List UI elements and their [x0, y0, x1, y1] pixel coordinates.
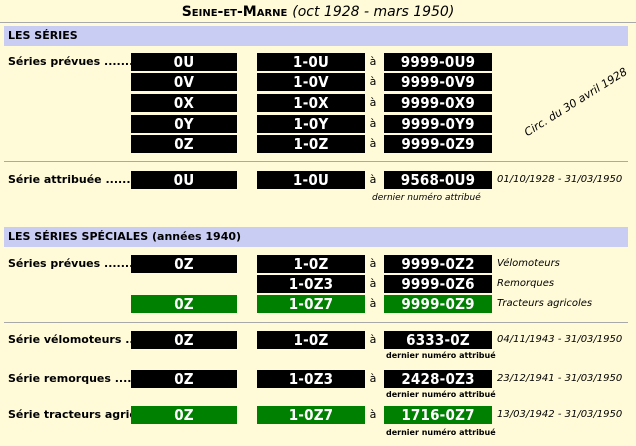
plate-to: 1716-0Z7: [384, 406, 492, 424]
plate-series: 0V: [131, 73, 237, 91]
plate-from: 1-0Z7: [257, 406, 365, 424]
separator-a: à: [369, 372, 377, 385]
series-note: Vélomoteurs: [497, 258, 560, 269]
assigned-period: 01/10/1928 - 31/03/1950: [497, 174, 623, 185]
plate-from: 1-0V: [257, 73, 365, 91]
plate-from: 1-0U: [257, 53, 365, 71]
special-planned-label: Séries prévues .........: [8, 257, 142, 270]
plate-to: 9568-0U9: [384, 171, 492, 189]
page-title: Seine-et-Marne (oct 1928 - mars 1950): [0, 3, 636, 21]
assigned-series-label: Série attribuée ........: [8, 173, 139, 186]
plate-series: 0Y: [131, 115, 237, 133]
plate-to: 9999-0Y9: [384, 115, 492, 133]
section-header-special-series: LES SÉRIES SPÉCIALES (années 1940): [4, 227, 628, 247]
plate-to: 9999-0Z9: [384, 135, 492, 153]
separator-a: à: [369, 297, 377, 310]
plate-to: 9999-0Z2: [384, 255, 492, 273]
separator-a: à: [369, 333, 377, 346]
title-dept: Seine-et-Marne: [181, 4, 288, 20]
separator-a: à: [369, 96, 377, 109]
last-number-note: dernier numéro attribué: [386, 428, 496, 437]
plate-from: 1-0Z3: [257, 275, 365, 293]
plate-to: 9999-0Z6: [384, 275, 492, 293]
section-header-series: LES SÉRIES: [4, 26, 628, 46]
plate-series: 0U: [131, 53, 237, 71]
plate-series: 0Z: [131, 331, 237, 349]
plate-from: 1-0U: [257, 171, 365, 189]
plate-series: 0X: [131, 94, 237, 112]
plate-to: 6333-0Z: [384, 331, 492, 349]
plate-to: 9999-0U9: [384, 53, 492, 71]
assigned-period: 13/03/1942 - 31/03/1950: [497, 409, 623, 420]
divider: [4, 322, 628, 323]
separator-a: à: [369, 277, 377, 290]
assigned-label: Série tracteurs agric.: [8, 408, 141, 421]
title-divider: [0, 22, 636, 23]
plate-from: 1-0X: [257, 94, 365, 112]
plate-series: 0Z: [131, 370, 237, 388]
plate-series: 0Z: [131, 135, 237, 153]
series-note: Tracteurs agricoles: [497, 298, 593, 309]
divider: [4, 161, 628, 162]
plate-from: 1-0Z: [257, 135, 365, 153]
assigned-period: 23/12/1941 - 31/03/1950: [497, 373, 623, 384]
plate-series: 0U: [131, 171, 237, 189]
series-note: Remorques: [497, 278, 555, 289]
plate-from: 1-0Z: [257, 331, 365, 349]
separator-a: à: [369, 408, 377, 421]
plate-to: 9999-0Z9: [384, 295, 492, 313]
assigned-period: 04/11/1943 - 31/03/1950: [497, 334, 623, 345]
last-number-note: dernier numéro attribué: [372, 193, 481, 203]
plate-to: 9999-0X9: [384, 94, 492, 112]
last-number-note: dernier numéro attribué: [386, 351, 496, 360]
plate-series: 0Z: [131, 295, 237, 313]
separator-a: à: [369, 137, 377, 150]
plate-from: 1-0Z3: [257, 370, 365, 388]
separator-a: à: [369, 117, 377, 130]
planned-series-label: Séries prévues .........: [8, 55, 142, 68]
plate-from: 1-0Z: [257, 255, 365, 273]
circular-note: Circ. du 30 avril 1928: [522, 65, 630, 140]
plate-to: 2428-0Z3: [384, 370, 492, 388]
plate-to: 9999-0V9: [384, 73, 492, 91]
separator-a: à: [369, 55, 377, 68]
plate-series: 0Z: [131, 406, 237, 424]
plate-series: 0Z: [131, 255, 237, 273]
plate-from: 1-0Y: [257, 115, 365, 133]
plate-from: 1-0Z7: [257, 295, 365, 313]
separator-a: à: [369, 257, 377, 270]
last-number-note: dernier numéro attribué: [386, 390, 496, 399]
assigned-label: Série remorques .......: [8, 372, 144, 385]
separator-a: à: [369, 173, 377, 186]
assigned-label: Série vélomoteurs ....: [8, 333, 142, 346]
title-dates: (oct 1928 - mars 1950): [292, 4, 455, 20]
separator-a: à: [369, 75, 377, 88]
